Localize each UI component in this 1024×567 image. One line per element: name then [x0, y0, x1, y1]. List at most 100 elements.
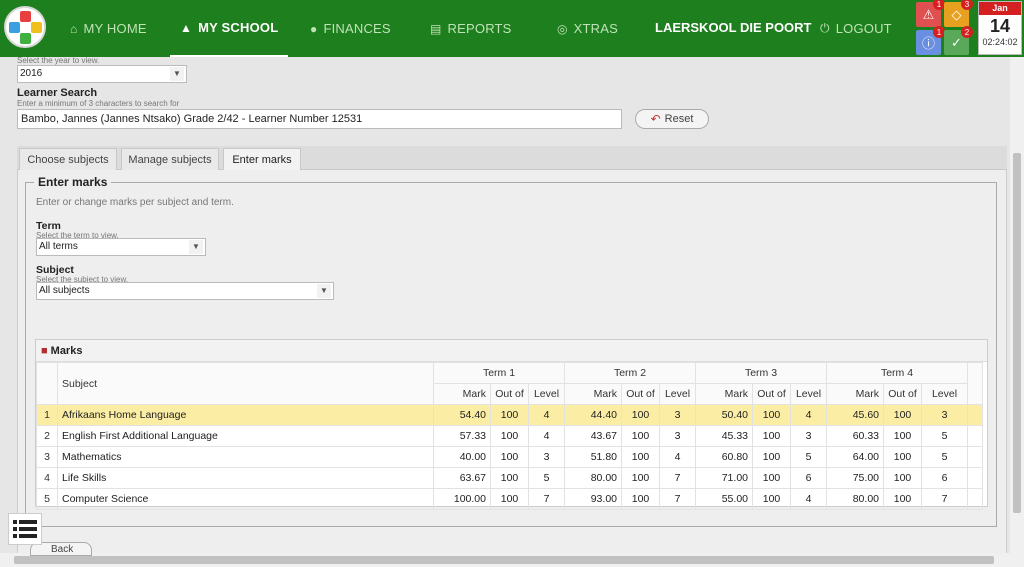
term-select[interactable]: All terms ▼ — [36, 238, 206, 256]
chevron-down-icon: ▼ — [317, 284, 331, 298]
tab-choose-subjects[interactable]: Choose subjects — [19, 148, 117, 170]
info-tile[interactable]: ⓘ 1 — [916, 26, 945, 55]
marks-table-body: 1 Afrikaans Home Language 54.40 100 4 44.40 10… — [36, 404, 983, 510]
mark-cell: 54.40 — [433, 404, 491, 426]
subject-select-value: All subjects — [39, 285, 90, 296]
vertical-scroll-thumb[interactable] — [1013, 153, 1021, 513]
nav-logout[interactable]: ⏻ LOGOUT — [820, 0, 892, 57]
mark-cell: 45.60 — [826, 404, 884, 426]
term-2-header: Term 2 — [564, 362, 696, 384]
warning-count-badge: 3 — [961, 0, 973, 10]
level-cell: 7 — [659, 467, 696, 489]
subject-column-header[interactable]: Subject — [57, 362, 434, 405]
table-row[interactable]: 4 Life Skills 63.67 100 5 80.00 100 7 71.00 100 6 7… — [36, 467, 983, 489]
subject-cell: English First Additional Language — [57, 425, 434, 447]
nav-my-school[interactable]: ▲ MY SCHOOL — [170, 0, 288, 57]
level-cell: 7 — [659, 488, 696, 510]
term-3-level-header: Level — [790, 383, 827, 405]
level-cell: 3 — [659, 425, 696, 447]
level-cell: 4 — [790, 488, 827, 510]
enter-marks-title: Enter marks — [34, 175, 112, 189]
level-cell: 3 — [790, 425, 827, 447]
chevron-down-icon: ▼ — [189, 240, 203, 254]
out-of-cell: 100 — [752, 446, 791, 468]
tab-enter-marks[interactable]: Enter marks — [223, 148, 301, 171]
year-select[interactable]: 2016 ▼ — [17, 65, 187, 83]
level-cell: 7 — [921, 488, 968, 510]
level-cell: 4 — [528, 425, 565, 447]
subject-select[interactable]: All subjects ▼ — [36, 282, 334, 300]
term-4-mark-header: Mark — [826, 383, 884, 405]
level-cell: 6 — [921, 467, 968, 489]
logo-yellow-block — [31, 22, 42, 33]
table-row[interactable]: 5 Computer Science 100.00 100 7 93.00 100 7 55.0… — [36, 488, 983, 510]
level-cell: 3 — [659, 404, 696, 426]
nav-xtras[interactable]: ◎ XTRAS — [557, 0, 618, 57]
out-of-cell: 100 — [490, 404, 529, 426]
reset-button[interactable]: ↶ Reset — [635, 109, 709, 129]
notification-tiles: ⚠ 1 ◇ 3 ⓘ 1 ✓ 2 — [916, 0, 973, 55]
alert-tile[interactable]: ⚠ 1 — [916, 0, 945, 27]
out-of-cell: 100 — [883, 467, 922, 489]
menu-button[interactable] — [8, 513, 42, 545]
table-row[interactable]: 2 English First Additional Language 57.33 1… — [36, 425, 983, 447]
warning-tile[interactable]: ◇ 3 — [944, 0, 973, 27]
crosshair-icon: ◎ — [557, 21, 568, 36]
mark-cell: 43.67 — [564, 425, 622, 447]
reset-button-label: Reset — [664, 113, 694, 125]
out-of-cell: 100 — [490, 446, 529, 468]
tab-manage-subjects[interactable]: Manage subjects — [121, 148, 219, 170]
scroll-gutter-header — [967, 362, 983, 405]
mark-cell: 51.80 — [564, 446, 622, 468]
level-cell: 5 — [790, 446, 827, 468]
mark-cell: 60.33 — [826, 425, 884, 447]
scroll-gutter-cell — [967, 467, 983, 489]
tab-manage-subjects-label: Manage subjects — [128, 153, 212, 166]
mark-cell: 93.00 — [564, 488, 622, 510]
marks-grid-title: Marks — [50, 344, 83, 357]
table-row[interactable]: 1 Afrikaans Home Language 54.40 100 4 44.40 10… — [36, 404, 983, 426]
nav-reports[interactable]: ▤ REPORTS — [430, 0, 512, 57]
term-2-mark-header: Mark — [564, 383, 622, 405]
vertical-scrollbar[interactable] — [1010, 57, 1024, 553]
clock-time: 02:24:02 — [982, 37, 1018, 47]
marks-grid-caption: ■ Marks — [36, 340, 987, 362]
horizontal-scroll-thumb[interactable] — [14, 556, 994, 564]
out-of-cell: 100 — [621, 467, 660, 489]
row-number: 2 — [36, 425, 58, 447]
school-name: LAERSKOOL DIE POORT — [655, 20, 812, 35]
term-1-out-of-header: Out of — [490, 383, 529, 405]
marks-grid: ■ Marks Subject Term 1 Term 2 Term 3 Ter… — [35, 339, 988, 510]
nav-logout-label: LOGOUT — [835, 21, 892, 36]
books-icon: ■ — [41, 344, 48, 357]
mark-cell: 55.00 — [695, 488, 753, 510]
level-cell: 7 — [528, 488, 565, 510]
out-of-cell: 100 — [752, 467, 791, 489]
level-cell: 3 — [528, 446, 565, 468]
undo-icon: ↶ — [650, 112, 661, 126]
out-of-cell: 100 — [490, 467, 529, 489]
row-number: 3 — [36, 446, 58, 468]
out-of-cell: 100 — [621, 446, 660, 468]
out-of-cell: 100 — [883, 425, 922, 447]
term-2-out-of-header: Out of — [621, 383, 660, 405]
term-1-mark-header: Mark — [433, 383, 491, 405]
term-1-header: Term 1 — [433, 362, 565, 384]
task-tile[interactable]: ✓ 2 — [944, 26, 973, 55]
horizontal-scrollbar[interactable] — [0, 553, 1024, 567]
learner-search-input[interactable]: Bambo, Jannes (Jannes Ntsako) Grade 2/42… — [17, 109, 622, 129]
logo-red-block — [20, 11, 31, 22]
nav-my-home[interactable]: ⌂ MY HOME — [70, 0, 147, 57]
mark-cell: 71.00 — [695, 467, 753, 489]
tab-choose-subjects-label: Choose subjects — [27, 153, 109, 166]
mark-cell: 44.40 — [564, 404, 622, 426]
table-row[interactable]: 3 Mathematics 40.00 100 3 51.80 100 4 60.80 100 5 6… — [36, 446, 983, 468]
tab-enter-marks-label: Enter marks — [232, 154, 292, 166]
nav-finances[interactable]: ● FINANCES — [310, 0, 391, 57]
level-cell: 4 — [528, 404, 565, 426]
main-content: Select the year to view. 2016 ▼ Learner … — [0, 57, 1010, 553]
term-3-header: Term 3 — [695, 362, 827, 384]
task-count-badge: 2 — [961, 26, 973, 38]
app-logo[interactable] — [4, 6, 46, 48]
term-select-value: All terms — [39, 241, 78, 252]
